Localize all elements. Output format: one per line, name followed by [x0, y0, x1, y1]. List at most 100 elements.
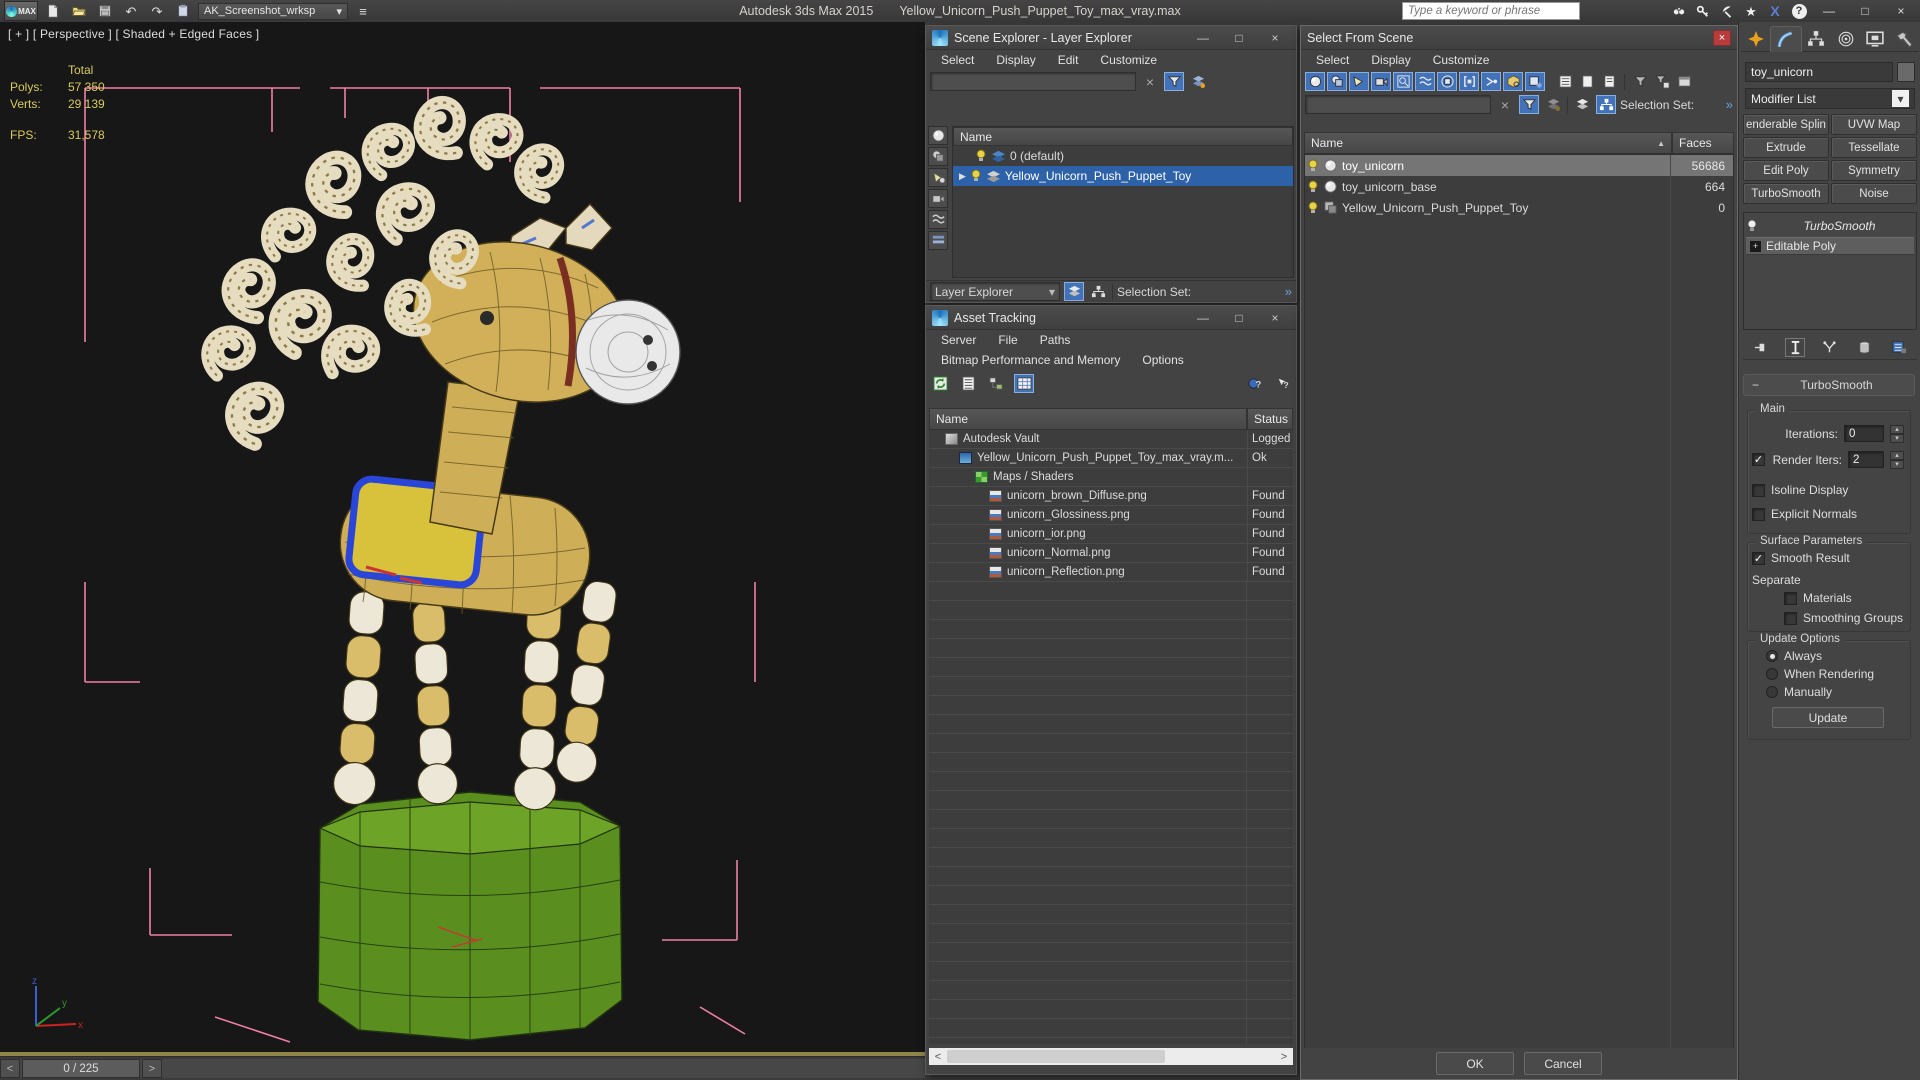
tree-view-button[interactable] — [986, 374, 1006, 393]
layer-row-selected[interactable]: ▶ Yellow_Unicorn_Push_Puppet_Toy — [953, 166, 1293, 186]
filter-window-button[interactable] — [1674, 72, 1694, 91]
asset-row[interactable]: unicorn_Normal.png Found — [929, 544, 1293, 563]
when-rendering-radio[interactable] — [1766, 668, 1778, 680]
asset-horizontal-scrollbar[interactable]: < > — [929, 1048, 1293, 1065]
iterations-field[interactable]: 0 — [1844, 425, 1884, 442]
display-helpers-button[interactable] — [928, 210, 948, 229]
pick-layer-button[interactable] — [1188, 72, 1208, 91]
detail-view-button[interactable] — [1599, 72, 1619, 91]
modifier-button-renderable-spline[interactable]: enderable Splin — [1743, 114, 1829, 135]
blank-view-button[interactable] — [1577, 72, 1597, 91]
help-button[interactable]: ? — [1788, 2, 1810, 20]
next-frame-button[interactable]: > — [142, 1059, 162, 1078]
tab-hierarchy[interactable] — [1801, 26, 1831, 52]
asset-row[interactable]: unicorn_ior.png Found — [929, 525, 1293, 544]
bulb-icon[interactable] — [975, 149, 987, 163]
bulb-icon[interactable] — [1307, 201, 1319, 215]
modifier-button-edit-poly[interactable]: Edit Poly — [1743, 160, 1829, 181]
asset-row[interactable]: Autodesk Vault Logged — [929, 430, 1293, 449]
menu-select[interactable]: Select — [930, 50, 985, 70]
scene-explorer-minimize-button[interactable]: — — [1188, 31, 1218, 45]
display-lights-button[interactable] — [928, 168, 948, 187]
filter-groups-button[interactable] — [1437, 72, 1457, 91]
always-radio[interactable] — [1766, 650, 1778, 662]
scene-explorer-search-input[interactable] — [930, 72, 1136, 91]
asset-row[interactable]: Yellow_Unicorn_Push_Puppet_Toy_max_vray.… — [929, 449, 1293, 468]
cancel-button[interactable]: Cancel — [1524, 1052, 1602, 1075]
asset-row[interactable]: unicorn_Glossiness.png Found — [929, 506, 1293, 525]
bulb-icon[interactable] — [1746, 219, 1758, 233]
layer-mode-button[interactable] — [1064, 282, 1084, 301]
more-chevrons-icon[interactable]: » — [1726, 97, 1733, 112]
hierarchy-mode-button[interactable] — [1596, 95, 1616, 114]
select-from-scene-titlebar[interactable]: Select From Scene × — [1301, 26, 1737, 50]
modifier-button-symmetry[interactable]: Symmetry — [1831, 160, 1917, 181]
asset-tracking-close-button[interactable]: × — [1260, 311, 1290, 325]
infocenter-search-input[interactable]: Type a keyword or phrase — [1402, 2, 1580, 20]
workspace-menu-button[interactable]: ≡ — [352, 2, 374, 20]
scroll-left-icon[interactable]: < — [929, 1048, 947, 1065]
configure-modifier-sets-button[interactable] — [1890, 338, 1910, 357]
project-folder-button[interactable] — [172, 2, 194, 20]
turbosmooth-rollout-header[interactable]: − TurboSmooth — [1743, 374, 1915, 396]
display-spacewarps-button[interactable] — [928, 231, 948, 250]
menu-customize[interactable]: Customize — [1089, 50, 1168, 70]
isoline-display-checkbox[interactable] — [1752, 483, 1765, 497]
layer-row-default[interactable]: 0 (default) — [953, 146, 1293, 166]
explicit-normals-checkbox[interactable] — [1752, 507, 1765, 521]
filter-xrefs-button[interactable] — [1459, 72, 1479, 91]
list-view-button[interactable] — [1555, 72, 1575, 91]
display-cameras-button[interactable] — [928, 189, 948, 208]
pin-stack-button[interactable] — [1750, 338, 1770, 357]
filter-geometry-button[interactable] — [1305, 72, 1325, 91]
perspective-viewport[interactable]: [ + ] [ Perspective ] [ Shaded + Edged F… — [0, 22, 925, 1052]
favorites-button[interactable]: ★ — [1740, 2, 1762, 20]
scene-explorer-maximize-button[interactable]: □ — [1224, 31, 1254, 45]
scrollbar-thumb[interactable] — [947, 1050, 1165, 1063]
smoothing-groups-checkbox[interactable] — [1784, 611, 1797, 625]
filter-shapes-button[interactable] — [1327, 72, 1347, 91]
filter-lights-button[interactable] — [1349, 72, 1369, 91]
menu-edit[interactable]: Edit — [1047, 50, 1090, 70]
modifier-button-extrude[interactable]: Extrude — [1743, 137, 1829, 158]
app-restore-button[interactable]: □ — [1848, 1, 1882, 21]
clear-search-button[interactable]: × — [1495, 95, 1515, 114]
layer-mode-button[interactable] — [1572, 95, 1592, 114]
stack-item-editable-poly[interactable]: + Editable Poly — [1746, 237, 1914, 255]
stack-item-turbosmooth[interactable]: TurboSmooth — [1746, 217, 1916, 235]
time-slider-thumb[interactable]: 0 / 225 — [22, 1059, 140, 1078]
asset-row[interactable]: unicorn_brown_Diffuse.png Found — [929, 487, 1293, 506]
select-scene-search-input[interactable] — [1305, 95, 1491, 114]
bulb-icon[interactable] — [970, 169, 982, 183]
menu-select[interactable]: Select — [1305, 50, 1360, 70]
modifier-button-turbosmooth[interactable]: TurboSmooth — [1743, 183, 1829, 204]
menu-display[interactable]: Display — [985, 50, 1046, 70]
viewport-label[interactable]: [ + ] [ Perspective ] [ Shaded + Edged F… — [8, 27, 259, 41]
app-close-button[interactable]: × — [1884, 1, 1918, 21]
modifier-button-tessellate[interactable]: Tessellate — [1831, 137, 1917, 158]
bulb-icon[interactable] — [1307, 159, 1319, 173]
subscription-button[interactable] — [1692, 2, 1714, 20]
open-file-button[interactable] — [68, 2, 90, 20]
save-file-button[interactable] — [94, 2, 116, 20]
asset-row[interactable]: unicorn_Reflection.png Found — [929, 563, 1293, 582]
more-chevrons-icon[interactable]: » — [1285, 284, 1292, 299]
display-shapes-button[interactable] — [928, 147, 948, 166]
help-globe-button[interactable]: ? — [1244, 374, 1264, 393]
previous-frame-button[interactable]: < — [0, 1059, 20, 1078]
context-help-button[interactable]: ? — [1272, 374, 1292, 393]
bulb-icon[interactable] — [1307, 180, 1319, 194]
display-geometry-button[interactable] — [928, 126, 948, 145]
menu-paths[interactable]: Paths — [1029, 330, 1082, 350]
scene-explorer-titlebar[interactable]: Scene Explorer - Layer Explorer — □ × — [926, 26, 1296, 50]
filter-combinations-button[interactable] — [1630, 72, 1650, 91]
app-minimize-button[interactable]: — — [1812, 1, 1846, 21]
tab-modify[interactable] — [1770, 26, 1802, 52]
object-color-swatch[interactable] — [1897, 62, 1915, 82]
ok-button[interactable]: OK — [1436, 1052, 1514, 1075]
clear-search-button[interactable]: × — [1140, 72, 1160, 91]
menu-display[interactable]: Display — [1360, 50, 1421, 70]
menu-options[interactable]: Options — [1131, 350, 1194, 370]
tab-display[interactable] — [1860, 26, 1890, 52]
materials-checkbox[interactable] — [1784, 591, 1797, 605]
